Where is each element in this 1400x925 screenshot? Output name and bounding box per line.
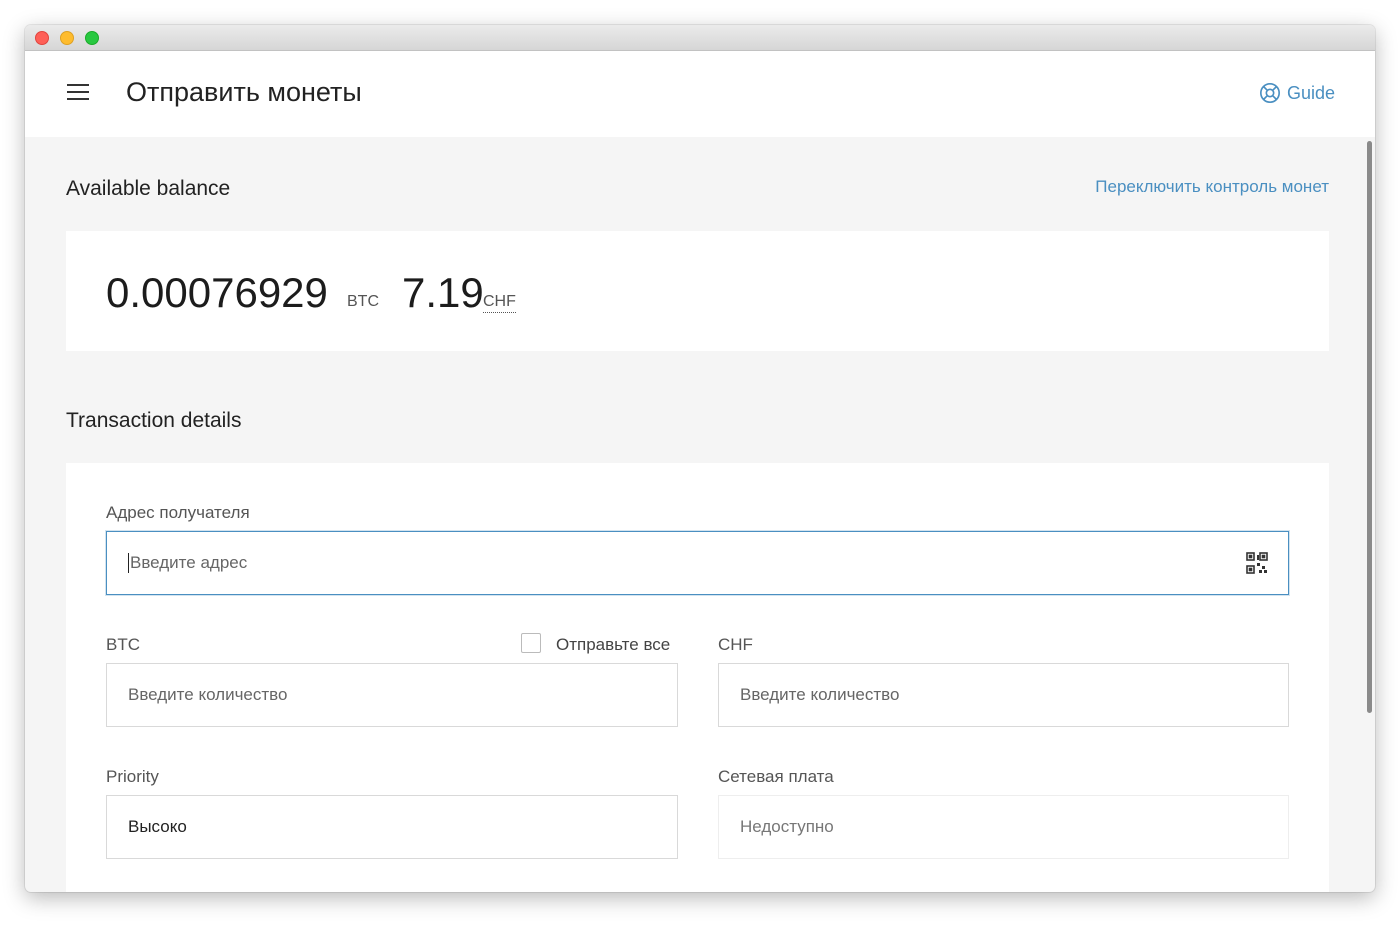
menu-icon[interactable]	[67, 84, 89, 102]
guide-label: Guide	[1286, 82, 1335, 103]
btc-balance-amount: 0.00076929	[106, 269, 328, 316]
page-title: Отправить монеты	[126, 77, 362, 107]
guide-button[interactable]: Guide	[1259, 82, 1335, 104]
priority-select[interactable]: Высоко	[106, 795, 678, 859]
main-content: Available balance Переключить контроль м…	[25, 137, 1375, 892]
priority-label: Priority	[106, 767, 159, 786]
recipient-address-input[interactable]: Введите адрес	[106, 531, 1289, 595]
toggle-coin-control-link[interactable]: Переключить контроль монет	[1095, 177, 1329, 197]
btc-amount-placeholder: Введите количество	[128, 685, 288, 704]
lifebuoy-icon	[1259, 83, 1280, 103]
btc-balance-unit: BTC	[347, 293, 379, 310]
qr-code-icon[interactable]	[1246, 552, 1268, 574]
priority-value: Высоко	[128, 817, 187, 836]
network-fee-value: Недоступно	[740, 817, 834, 836]
app-window: Отправить монеты Guide Available balance…	[25, 25, 1375, 892]
window-close-button[interactable]	[35, 31, 49, 45]
transaction-details-title: Transaction details	[66, 409, 242, 432]
network-fee-field: Недоступно	[718, 795, 1289, 859]
network-fee-label: Сетевая плата	[718, 767, 834, 786]
transaction-card: Адрес получателя Введите адрес BTC Отпра…	[66, 463, 1329, 892]
fiat-unit-toggle[interactable]: CHF	[483, 293, 516, 313]
scrollbar-thumb[interactable]	[1367, 141, 1372, 713]
window-maximize-button[interactable]	[85, 31, 99, 45]
recipient-placeholder: Введите адрес	[130, 553, 248, 572]
send-all-checkbox[interactable]	[521, 633, 541, 653]
titlebar	[25, 25, 1375, 51]
fiat-amount-input[interactable]: Введите количество	[718, 663, 1289, 727]
window-minimize-button[interactable]	[60, 31, 74, 45]
text-caret	[128, 553, 129, 573]
fiat-balance-amount: 7.19	[402, 269, 484, 316]
btc-amount-label: BTC	[106, 635, 140, 654]
recipient-label: Адрес получателя	[106, 503, 250, 522]
app-header: Отправить монеты Guide	[25, 51, 1375, 137]
balance-card: 0.00076929 BTC 7.19 CHF	[66, 231, 1329, 351]
fiat-amount-label: CHF	[718, 635, 753, 654]
available-balance-title: Available balance	[66, 177, 231, 200]
fiat-amount-placeholder: Введите количество	[740, 685, 900, 704]
btc-amount-input[interactable]: Введите количество	[106, 663, 678, 727]
send-all-label[interactable]: Отправьте все	[556, 635, 670, 655]
